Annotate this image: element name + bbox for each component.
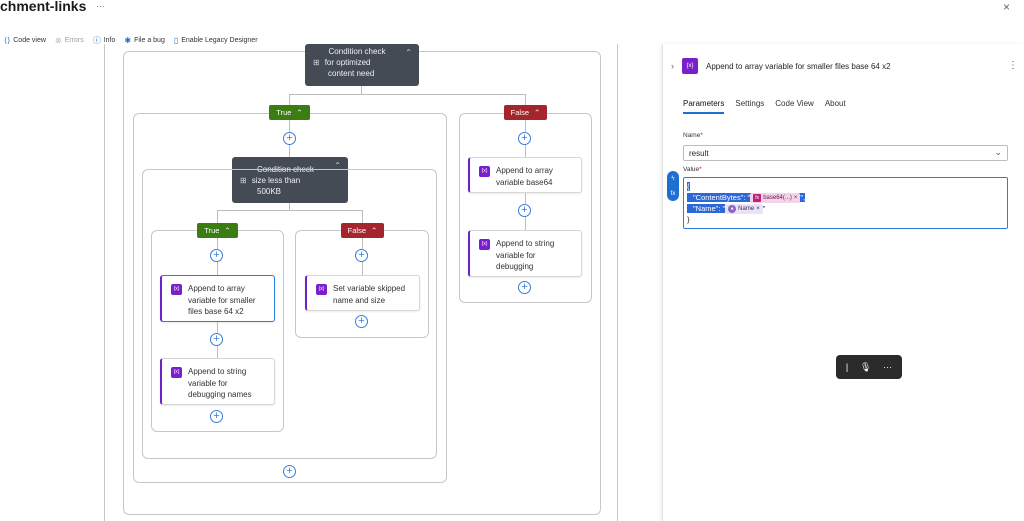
add-step-button[interactable]: + bbox=[355, 249, 368, 262]
node-line: files base 64 x2 bbox=[188, 307, 244, 316]
false-badge[interactable]: False ⌃ bbox=[504, 105, 547, 120]
function-icon: fx bbox=[753, 194, 762, 203]
add-step-button[interactable]: + bbox=[355, 315, 368, 328]
variable-icon: {x} bbox=[479, 166, 490, 177]
microphone-icon[interactable]: 🎙 bbox=[860, 362, 871, 373]
node-line: Set variable skipped bbox=[333, 284, 406, 293]
condition-line: for optimized bbox=[324, 58, 371, 67]
chevron-up-icon: ⌃ bbox=[224, 226, 231, 235]
json-line: } bbox=[687, 215, 690, 225]
json-key: "Name": " bbox=[693, 204, 726, 214]
node-line: variable for smaller bbox=[188, 295, 256, 305]
remove-token-icon[interactable]: × bbox=[794, 193, 798, 204]
add-step-button[interactable]: + bbox=[518, 132, 531, 145]
node-line: debugging bbox=[496, 262, 534, 271]
info-label: Info bbox=[103, 36, 116, 44]
true-badge[interactable]: True ⌃ bbox=[269, 105, 310, 120]
tab-settings[interactable]: Settings bbox=[735, 99, 764, 114]
dynamic-content-icon: ● bbox=[728, 205, 737, 214]
node-line: Append to array bbox=[496, 166, 553, 175]
base64-token[interactable]: fx base64(...) × bbox=[750, 193, 801, 204]
node-line: variable for bbox=[496, 250, 536, 260]
lightning-icon[interactable]: ϟ bbox=[671, 176, 674, 182]
workflow-canvas[interactable]: Condition check ⊞ for optimized content n… bbox=[0, 44, 662, 521]
value-label: Value* bbox=[683, 166, 702, 173]
tab-about[interactable]: About bbox=[825, 99, 846, 114]
chevron-up-icon: ⌃ bbox=[534, 108, 541, 117]
more-icon[interactable]: ··· bbox=[883, 362, 892, 372]
node-line: Append to array bbox=[188, 284, 245, 293]
condition-line: content need bbox=[328, 69, 375, 78]
true-badge[interactable]: True ⌃ bbox=[197, 223, 238, 238]
remove-token-icon[interactable]: × bbox=[756, 204, 760, 215]
cursor-icon[interactable]: | bbox=[846, 362, 848, 372]
true-label: True bbox=[204, 226, 220, 235]
json-line: { bbox=[687, 182, 690, 191]
add-step-button[interactable]: + bbox=[210, 410, 223, 423]
append-smaller-files-node[interactable]: {x} Append to array variable for smaller f… bbox=[160, 275, 275, 322]
tab-parameters[interactable]: Parameters bbox=[683, 99, 725, 114]
dynamic-content-buttons[interactable]: ϟ fx bbox=[667, 171, 679, 201]
condition-optimized-content[interactable]: Condition check ⊞ for optimized content n… bbox=[305, 44, 419, 86]
more-options-icon[interactable]: ⋮ bbox=[1008, 60, 1018, 71]
false-badge[interactable]: False ⌃ bbox=[341, 223, 384, 238]
name-value: result bbox=[689, 149, 709, 158]
chevron-up-icon: ⌃ bbox=[371, 226, 378, 235]
add-step-button[interactable]: + bbox=[518, 204, 531, 217]
false-label: False bbox=[347, 226, 367, 235]
node-line: name and size bbox=[333, 295, 386, 305]
node-line: Append to string bbox=[496, 239, 555, 248]
node-line: debugging names bbox=[188, 390, 252, 399]
append-debugging-names-node[interactable]: {x} Append to string variable for debuggin… bbox=[160, 358, 275, 405]
name-token[interactable]: ● Name × bbox=[725, 204, 763, 215]
panel-tabs: Parameters Settings Code View About bbox=[683, 99, 846, 114]
add-step-button[interactable]: + bbox=[210, 249, 223, 262]
panel-title[interactable]: Append to array variable for smaller fil… bbox=[706, 62, 891, 71]
false-label: False bbox=[510, 108, 530, 117]
append-string-debugging-node[interactable]: {x} Append to string variable for debuggin… bbox=[468, 230, 582, 277]
add-step-button[interactable]: + bbox=[210, 333, 223, 346]
name-dropdown[interactable]: result ⌄ bbox=[683, 145, 1008, 161]
tab-code-view[interactable]: Code View bbox=[775, 99, 814, 114]
node-line: variable for bbox=[188, 378, 228, 388]
variable-icon: {x} bbox=[171, 284, 182, 295]
variable-icon: {x} bbox=[316, 284, 327, 295]
page-title: chment-links bbox=[0, 0, 87, 14]
value-editor[interactable]: { "ContentBytes": " fx base64(...) × ", "Nam… bbox=[683, 177, 1008, 229]
add-step-button[interactable]: + bbox=[518, 281, 531, 294]
legacy-label: Enable Legacy Designer bbox=[181, 36, 258, 44]
chevron-up-icon[interactable]: ⌃ bbox=[405, 47, 412, 58]
chevron-up-icon: ⌃ bbox=[296, 108, 303, 117]
node-line: Append to string bbox=[188, 367, 247, 376]
add-step-button[interactable]: + bbox=[283, 132, 296, 145]
condition-line: Condition check bbox=[328, 47, 386, 56]
chevron-down-icon: ⌄ bbox=[994, 147, 1002, 157]
chevron-right-icon[interactable]: › bbox=[671, 61, 674, 71]
errors-label: Errors bbox=[64, 36, 84, 44]
code-view-label: Code view bbox=[13, 36, 46, 44]
condition-icon: ⊞ bbox=[313, 58, 320, 67]
title-more-icon[interactable]: ··· bbox=[96, 1, 105, 11]
dictation-toolbar: | 🎙 ··· bbox=[836, 355, 902, 379]
variable-icon: {x} bbox=[171, 367, 182, 378]
close-icon[interactable]: × bbox=[1003, 0, 1010, 14]
set-skipped-variable-node[interactable]: {x} Set variable skipped name and size bbox=[305, 275, 420, 311]
name-label: Name* bbox=[683, 132, 703, 139]
action-details-panel: › {x} Append to array variable for small… bbox=[662, 44, 1024, 521]
true-label: True bbox=[276, 108, 292, 117]
file-bug-label: File a bug bbox=[134, 36, 165, 44]
node-line: variable base64 bbox=[496, 177, 553, 187]
fx-icon[interactable]: fx bbox=[671, 191, 676, 197]
panel-header: › {x} Append to array variable for small… bbox=[671, 58, 891, 74]
variable-icon: {x} bbox=[479, 239, 490, 250]
add-step-button[interactable]: + bbox=[283, 465, 296, 478]
variable-icon: {x} bbox=[682, 58, 698, 74]
append-array-base64-node[interactable]: {x} Append to array variable base64 bbox=[468, 157, 582, 193]
json-key: "ContentBytes": " bbox=[693, 193, 751, 202]
